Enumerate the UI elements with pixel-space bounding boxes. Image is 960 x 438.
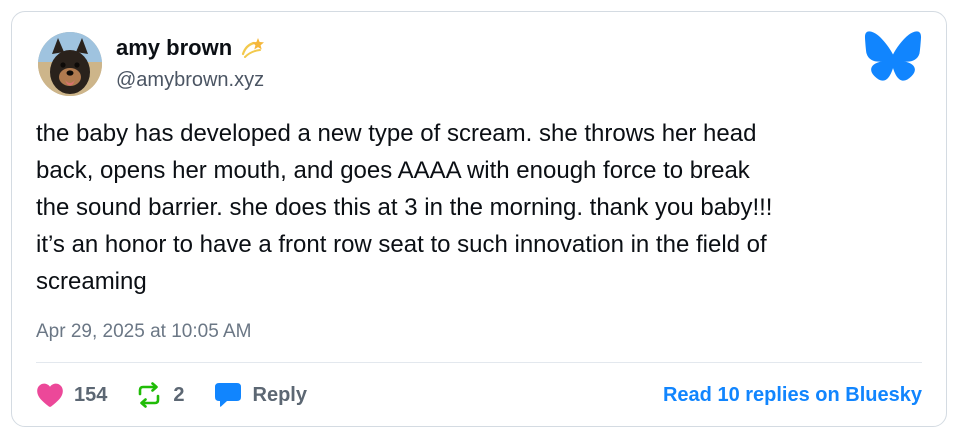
repost-button[interactable]: 2: [135, 382, 185, 408]
author-name-row[interactable]: amy brown: [116, 34, 266, 62]
avatar[interactable]: [38, 32, 102, 96]
reply-label: Reply: [252, 383, 307, 406]
post-text: the baby has developed a new type of scr…: [36, 120, 773, 295]
heart-icon: [36, 382, 64, 408]
like-button[interactable]: 154: [36, 382, 107, 408]
author-handle[interactable]: @amybrown.xyz: [116, 67, 264, 93]
reply-button[interactable]: Reply: [213, 381, 307, 409]
speech-bubble-icon: [213, 381, 243, 409]
repost-icon: [135, 382, 163, 408]
repost-count: 2: [173, 383, 185, 406]
like-count: 154: [74, 383, 108, 406]
dizzy-star-icon: [240, 36, 266, 60]
divider: [36, 362, 922, 363]
post-actions: 154 2 Reply Read 10 replies on Bluesky: [36, 378, 922, 412]
post-card: amy brown @amybrown.xyz the baby has dev…: [11, 11, 947, 427]
author-display-name[interactable]: amy brown: [116, 34, 232, 62]
dog-avatar-icon: [38, 32, 102, 96]
read-replies-link[interactable]: Read 10 replies on Bluesky: [663, 384, 922, 407]
bluesky-butterfly-icon[interactable]: [864, 30, 922, 82]
post-timestamp[interactable]: Apr 29, 2025 at 10:05 AM: [36, 320, 252, 344]
